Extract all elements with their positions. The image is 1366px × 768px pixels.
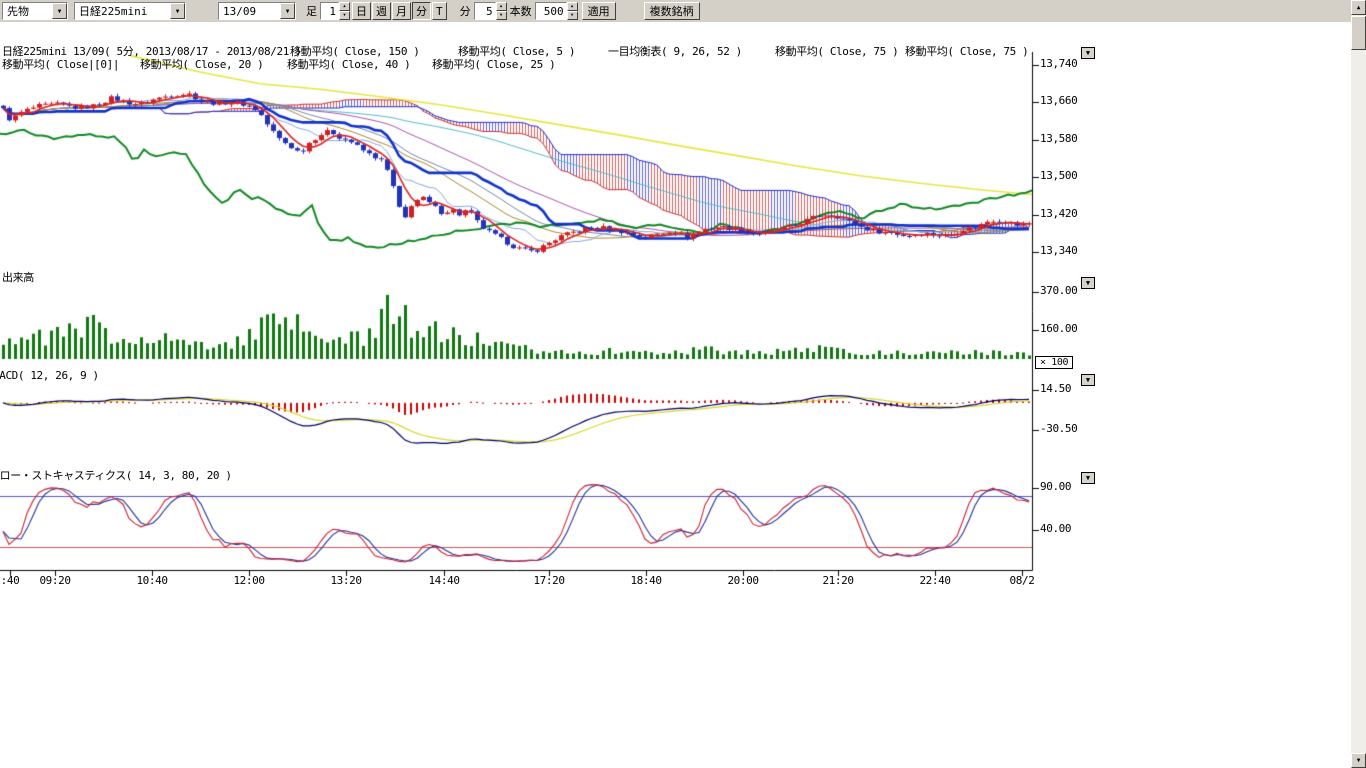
spinner-up-icon[interactable]: ▲ [339, 2, 350, 11]
instrument-type-select[interactable]: 先物 ▼ [2, 2, 68, 20]
bar-value-input-group: ▲▼ [320, 2, 350, 20]
legend-item: 移動平均( Close, 40 ) [287, 59, 410, 71]
price-axis-label: 13,340 [1040, 245, 1077, 257]
chart-area: 日経225mini 13/09( 5分, 2013/08/17 - 2013/0… [0, 22, 1366, 768]
spinner: ▲▼ [339, 2, 350, 20]
minute-label: 分 [460, 3, 471, 19]
panel-menu-dropdown-icon[interactable]: ▼ [1081, 374, 1095, 386]
spinner-up-icon[interactable]: ▲ [567, 2, 578, 11]
time-axis-label: 18:40 [630, 575, 661, 587]
time-axis-label: 13:20 [330, 575, 361, 587]
macd-axis-label: 14.50 [1040, 383, 1071, 395]
spinner-down-icon[interactable]: ▼ [567, 11, 578, 20]
time-axis-label: 20:00 [727, 575, 758, 587]
price-axis-label: 13,580 [1040, 133, 1077, 145]
legend-item: 移動平均( Close|[0]| [2, 59, 119, 71]
chevron-down-icon[interactable]: ▼ [280, 3, 295, 19]
legend-item: 一目均衡表( 9, 26, 52 ) [608, 46, 742, 58]
volume-axis-label: 160.00 [1040, 323, 1077, 335]
volume-multiplier-badge: × 100 [1035, 356, 1073, 369]
macd-axis-label: -30.50 [1040, 423, 1077, 435]
period-button-group: 日週月分T [352, 2, 448, 20]
period-tick-button[interactable]: T [432, 2, 447, 20]
period-day-button[interactable]: 日 [352, 2, 371, 20]
panel-menu-dropdown-icon[interactable]: ▼ [1081, 277, 1095, 289]
time-axis-label: 17:20 [533, 575, 564, 587]
symbol-value: 日経225mini [75, 3, 170, 19]
toolbar: 先物 ▼ 日経225mini ▼ 13/09 ▼ 足 ▲▼ 日週月分T 分 ▲▼… [0, 0, 1366, 23]
spinner-down-icon[interactable]: ▼ [339, 11, 350, 20]
chart-application: 先物 ▼ 日経225mini ▼ 13/09 ▼ 足 ▲▼ 日週月分T 分 ▲▼… [0, 0, 1366, 768]
time-axis-label: 21:20 [822, 575, 853, 587]
symbol-select[interactable]: 日経225mini ▼ [74, 2, 186, 20]
spinner-down-icon[interactable]: ▼ [496, 11, 507, 20]
time-axis-label: 12:00 [233, 575, 264, 587]
panel-menu-dropdown-icon[interactable]: ▼ [1081, 472, 1095, 484]
time-axis-label: 22:40 [919, 575, 950, 587]
price-axis-label: 13,740 [1040, 58, 1077, 70]
price-axis-label: 13,660 [1040, 95, 1077, 107]
macd-panel-label: MACD( 12, 26, 9 ) [0, 370, 99, 382]
minute-input-group: ▲▼ [474, 2, 507, 20]
legend-item: 移動平均( Close, 75 ) [775, 46, 898, 58]
minute-input[interactable] [474, 2, 496, 20]
time-axis-label: 14:40 [428, 575, 459, 587]
volume-axis-label: 370.00 [1040, 285, 1077, 297]
period-week-button[interactable]: 週 [372, 2, 391, 20]
spinner: ▲▼ [496, 2, 507, 20]
count-input[interactable] [535, 2, 567, 20]
time-axis-label: :40 [1, 575, 20, 587]
stoch-axis-label: 90.00 [1040, 481, 1071, 493]
stoch-axis-label: 40.00 [1040, 523, 1071, 535]
chart-canvas[interactable] [0, 22, 1100, 582]
time-axis-label: 10:40 [136, 575, 167, 587]
count-label: 本数 [510, 3, 532, 19]
spinner-up-icon[interactable]: ▲ [496, 2, 507, 11]
scroll-up-icon[interactable]: ▲ [1351, 0, 1366, 15]
legend-item: 移動平均( Close, 20 ) [140, 59, 263, 71]
time-axis-label: 08/2 [1010, 575, 1035, 587]
count-input-group: ▲▼ [535, 2, 578, 20]
contract-month-select[interactable]: 13/09 ▼ [218, 2, 296, 20]
stoch-panel-label: スロー・ストキャスティクス( 14, 3, 80, 20 ) [0, 470, 232, 482]
chevron-down-icon[interactable]: ▼ [170, 3, 185, 19]
spinner: ▲▼ [567, 2, 578, 20]
legend-item: 移動平均( Close, 25 ) [432, 59, 555, 71]
multi-symbol-button[interactable]: 複数銘柄 [644, 2, 700, 20]
price-axis-label: 13,420 [1040, 208, 1077, 220]
time-axis-label: 09:20 [39, 575, 70, 587]
instrument-type-value: 先物 [3, 3, 52, 19]
bar-value-input[interactable] [320, 2, 339, 20]
period-month-button[interactable]: 月 [392, 2, 411, 20]
panel-menu-dropdown-icon[interactable]: ▼ [1081, 47, 1095, 59]
legend-item: 移動平均( Close, 150 ) [290, 46, 420, 58]
chevron-down-icon[interactable]: ▼ [52, 3, 67, 19]
scroll-down-icon[interactable]: ▼ [1351, 753, 1366, 768]
scrollbar-thumb[interactable] [1351, 16, 1366, 50]
apply-button[interactable]: 適用 [582, 2, 616, 20]
legend-item: 日経225mini 13/09( 5分, 2013/08/17 - 2013/0… [2, 46, 301, 58]
bar-label: 足 [306, 3, 317, 19]
legend-item: 移動平均( Close, 75 ) [905, 46, 1028, 58]
volume-panel-label: 出来高 [2, 272, 34, 284]
contract-month-value: 13/09 [219, 5, 280, 18]
price-axis-label: 13,500 [1040, 170, 1077, 182]
period-minute-button[interactable]: 分 [412, 2, 431, 20]
legend-item: 移動平均( Close, 5 ) [458, 46, 575, 58]
vertical-scrollbar[interactable]: ▲ ▼ [1351, 0, 1366, 768]
